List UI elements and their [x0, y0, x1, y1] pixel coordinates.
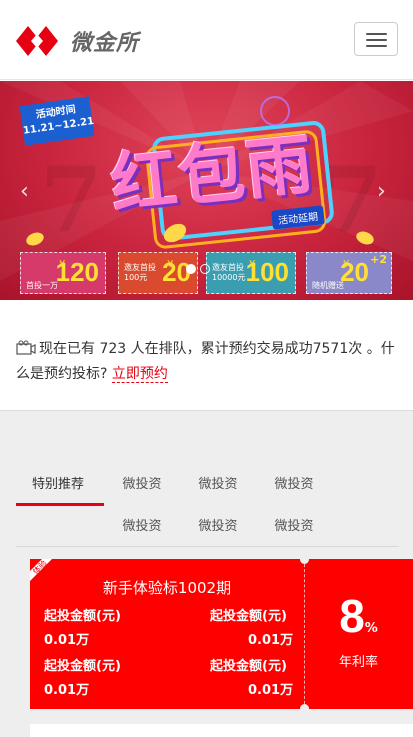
- reward-label: 邀友首投 10000元: [212, 263, 246, 282]
- field-label: 起投金额(元): [44, 659, 121, 674]
- carousel-prev-icon[interactable]: ‹: [20, 181, 36, 203]
- field-value: 0.01万: [248, 633, 294, 648]
- notice-text: 现在已有 723 人在排队，累计预约交易成功7571次 。什么是预约投标?: [16, 341, 395, 382]
- queue-notice: 现在已有 723 人在排队，累计预约交易成功7571次 。什么是预约投标? 立即…: [16, 338, 396, 385]
- menu-bar-icon: [366, 45, 387, 47]
- reward-card: ¥ 100 邀友首投 10000元: [206, 252, 296, 294]
- tab-special[interactable]: 特别推荐: [20, 473, 96, 492]
- menu-bar-icon: [366, 39, 387, 41]
- reward-label: 首投一万: [26, 281, 58, 290]
- menu-button[interactable]: [354, 22, 398, 56]
- menu-bar-icon: [366, 33, 387, 35]
- carousel-dot[interactable]: [200, 264, 210, 274]
- reward-label: 随机赠送: [312, 281, 344, 290]
- rate-value: 8: [339, 590, 365, 642]
- field-label: 起投金额(元): [210, 609, 287, 624]
- rate-label: 年利率: [338, 655, 378, 670]
- camera-icon: [16, 340, 36, 363]
- tab-micro-invest[interactable]: 微投资: [256, 515, 332, 534]
- annual-rate: 8% 年利率: [304, 589, 413, 670]
- reward-card: ¥ 120 首投一万: [20, 252, 106, 294]
- field-value: 0.01万: [44, 633, 90, 648]
- tab-micro-invest[interactable]: 微投资: [104, 515, 180, 534]
- logo-diamond-icon: [16, 24, 64, 58]
- reward-value: 20: [340, 257, 369, 287]
- promo-carousel[interactable]: 7 7 活动时间 11.21~12.21 红包雨 活动延期 ‹ › ¥ 120 …: [0, 81, 413, 300]
- card-notch: [300, 555, 309, 564]
- header: 微金所: [0, 0, 413, 80]
- carousel-dot[interactable]: [186, 264, 196, 274]
- reward-value: 120: [55, 257, 99, 287]
- card-notch: [300, 704, 309, 713]
- next-product-card[interactable]: [30, 724, 413, 737]
- carousel-next-icon[interactable]: ›: [377, 181, 393, 203]
- field-label: 起投金额(元): [210, 659, 287, 674]
- reward-card: ¥ 20 +2 随机赠送: [306, 252, 392, 294]
- logo-text: 微金所: [70, 31, 140, 56]
- product-tabs: 特别推荐 微投资 微投资 微投资 微投资 微投资 微投资: [16, 467, 399, 547]
- field-value: 0.01万: [44, 683, 90, 698]
- rate-unit: %: [364, 621, 378, 636]
- product-card[interactable]: 体验 新手体验标1002期 起投金额(元) 起投金额(元) 0.01万 0.01…: [30, 555, 413, 713]
- product-title: 新手体验标1002期: [102, 579, 232, 597]
- svg-text:7: 7: [40, 147, 103, 253]
- carousel-indicators: [186, 264, 210, 274]
- product-section: 特别推荐 微投资 微投资 微投资 微投资 微投资 微投资 体验 新手体验标100…: [0, 410, 413, 737]
- tab-micro-invest[interactable]: 微投资: [256, 473, 332, 492]
- reserve-now-link[interactable]: 立即预约: [111, 366, 168, 383]
- logo[interactable]: 微金所: [16, 24, 139, 58]
- field-label: 起投金额(元): [44, 609, 121, 624]
- field-value: 0.01万: [248, 683, 294, 698]
- active-tab-indicator: [16, 503, 104, 506]
- reward-bonus: +2: [370, 253, 387, 266]
- tab-micro-invest[interactable]: 微投资: [180, 473, 256, 492]
- tab-micro-invest[interactable]: 微投资: [180, 515, 256, 534]
- reward-label: 邀友首投 100元: [124, 263, 156, 282]
- tab-micro-invest[interactable]: 微投资: [104, 473, 180, 492]
